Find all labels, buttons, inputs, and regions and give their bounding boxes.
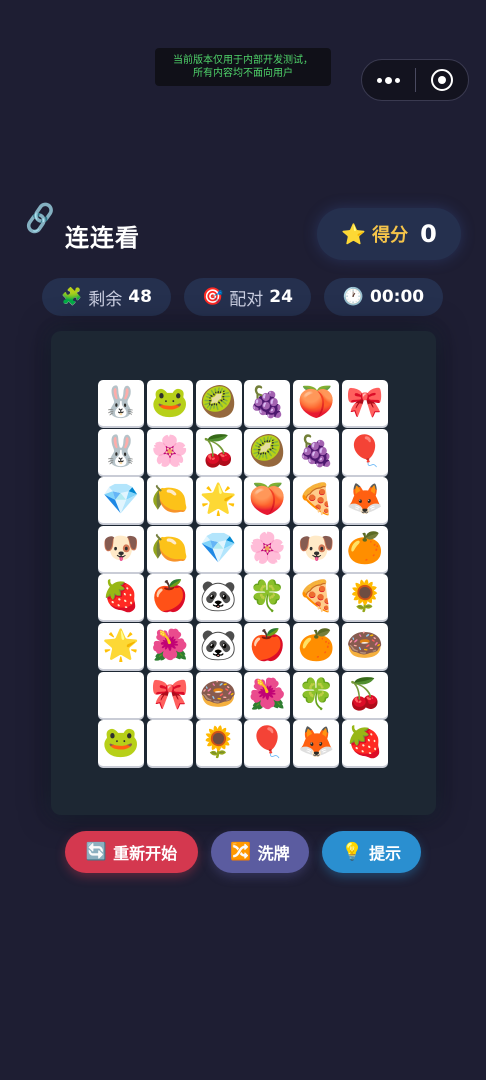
tile[interactable]: 🐶 (98, 525, 144, 572)
restart-button[interactable]: 🔄 重新开始 (65, 831, 198, 873)
game-title: 连连看 (65, 224, 140, 252)
tile[interactable]: 🌺 (146, 622, 193, 669)
shuffle-icon: 🔀 (230, 842, 252, 862)
tile[interactable]: 🌸 (146, 428, 193, 475)
tile[interactable]: 🦊 (293, 720, 340, 767)
miniprogram-capsule (361, 59, 469, 101)
tile[interactable]: 🌻 (341, 574, 388, 621)
tile[interactable]: 🍎 (244, 622, 291, 669)
tile[interactable]: 🐰 (98, 380, 144, 426)
remaining-label: 剩余 (88, 289, 123, 310)
score-value: 0 (420, 220, 437, 248)
pairs-label: 配对 (229, 289, 264, 310)
tile[interactable]: 🌻 (195, 720, 242, 767)
tile[interactable]: 🍩 (341, 622, 388, 669)
dev-notice-line-1: 当前版本仅用于内部开发测试， (173, 55, 313, 66)
tile[interactable]: 🍇 (293, 428, 340, 475)
timer-value: 00:00 (370, 287, 425, 307)
tile[interactable]: 🐱 (98, 671, 144, 718)
tile[interactable]: 🍋 (146, 525, 193, 572)
target-icon: 🎯 (202, 287, 224, 307)
tile[interactable]: 🐶 (293, 525, 340, 572)
score-label: 得分 (372, 225, 409, 246)
tile[interactable]: 🍑 (293, 380, 340, 426)
dev-notice-banner: 当前版本仅用于内部开发测试， 所有内容均不面向用户 (155, 48, 331, 86)
timer-stat: 🕐 00:00 (324, 278, 443, 316)
tile[interactable]: 🍋 (146, 477, 193, 524)
close-miniprogram-button[interactable] (415, 60, 468, 100)
dev-notice-line-2: 所有内容均不面向用户 (193, 68, 293, 79)
tile[interactable]: 🥝 (244, 428, 291, 475)
tile[interactable]: 🍩 (195, 671, 242, 718)
tile[interactable]: 🌺 (244, 671, 291, 718)
tile[interactable]: 🐱 (146, 720, 193, 767)
tile[interactable]: 🐸 (98, 720, 144, 767)
target-circle-icon (430, 69, 453, 91)
tile[interactable]: 🐰 (98, 428, 144, 475)
more-dots-icon (376, 76, 400, 84)
tile[interactable]: 🍊 (341, 525, 388, 572)
tile[interactable]: 🌟 (98, 622, 144, 669)
lightbulb-icon: 💡 (341, 842, 364, 862)
shuffle-label: 洗牌 (257, 844, 290, 863)
remaining-stat: 🧩 剩余 48 (42, 278, 171, 316)
tile[interactable]: 🐼 (195, 622, 242, 669)
tile[interactable]: 🍓 (98, 574, 144, 621)
tile[interactable]: 💎 (98, 477, 144, 524)
tile[interactable]: 🐼 (195, 574, 242, 621)
tile[interactable]: 🥝 (195, 380, 242, 426)
tile[interactable]: 🍓 (341, 720, 388, 767)
restart-label: 重新开始 (113, 844, 178, 863)
score-box: ⭐ 得分 0 (317, 208, 461, 260)
pairs-stat: 🎯 配对 24 (184, 278, 311, 316)
puzzle-icon: 🧩 (61, 287, 83, 307)
link-icon: 🔗 (21, 201, 59, 237)
tile[interactable]: 🍊 (293, 622, 340, 669)
tile[interactable]: 🍕 (293, 574, 340, 621)
tile-grid: 🐰 🐸 🥝 🍇 🍑 🎀 🐰 🌸 🍒 🥝 🍇 🎈 💎 🍋 🌟 🍑 🍕 🦊 🐶 🍋 💎 🌸 🐶 🍊 🍓 🍎 🐼 🍀 🍕 🌻 🌟 🌺 🐼 🍎 🍊 🍩 🐱 🎀 🍩 🌺… (98, 380, 388, 768)
hint-button[interactable]: 💡 提示 (322, 831, 421, 873)
tile[interactable]: 🎀 (341, 380, 388, 426)
tile[interactable]: 🎀 (146, 671, 193, 718)
remaining-value: 48 (128, 287, 152, 307)
tile[interactable]: 🌟 (195, 477, 242, 524)
tile[interactable]: 🍒 (341, 671, 388, 718)
clock-icon: 🕐 (342, 287, 365, 307)
tile[interactable]: 🐸 (146, 380, 193, 426)
tile[interactable]: 🎈 (244, 720, 291, 767)
tile[interactable]: 🍒 (195, 428, 242, 475)
tile[interactable]: 🦊 (341, 477, 388, 524)
refresh-icon: 🔄 (85, 842, 108, 862)
star-icon: ⭐ (341, 222, 367, 246)
tile[interactable]: 🎈 (341, 428, 388, 475)
tile[interactable]: 🍀 (293, 671, 340, 718)
hint-label: 提示 (369, 844, 402, 863)
tile[interactable]: 🍇 (244, 380, 291, 426)
more-menu-button[interactable] (362, 60, 415, 100)
tile[interactable]: 🍕 (293, 477, 340, 524)
shuffle-button[interactable]: 🔀 洗牌 (211, 831, 309, 873)
tile[interactable]: 🍑 (244, 477, 291, 524)
tile[interactable]: 🍎 (146, 574, 193, 621)
tile[interactable]: 🍀 (244, 574, 291, 621)
tile[interactable]: 🌸 (244, 525, 291, 572)
pairs-value: 24 (269, 287, 293, 307)
tile[interactable]: 💎 (195, 525, 242, 572)
